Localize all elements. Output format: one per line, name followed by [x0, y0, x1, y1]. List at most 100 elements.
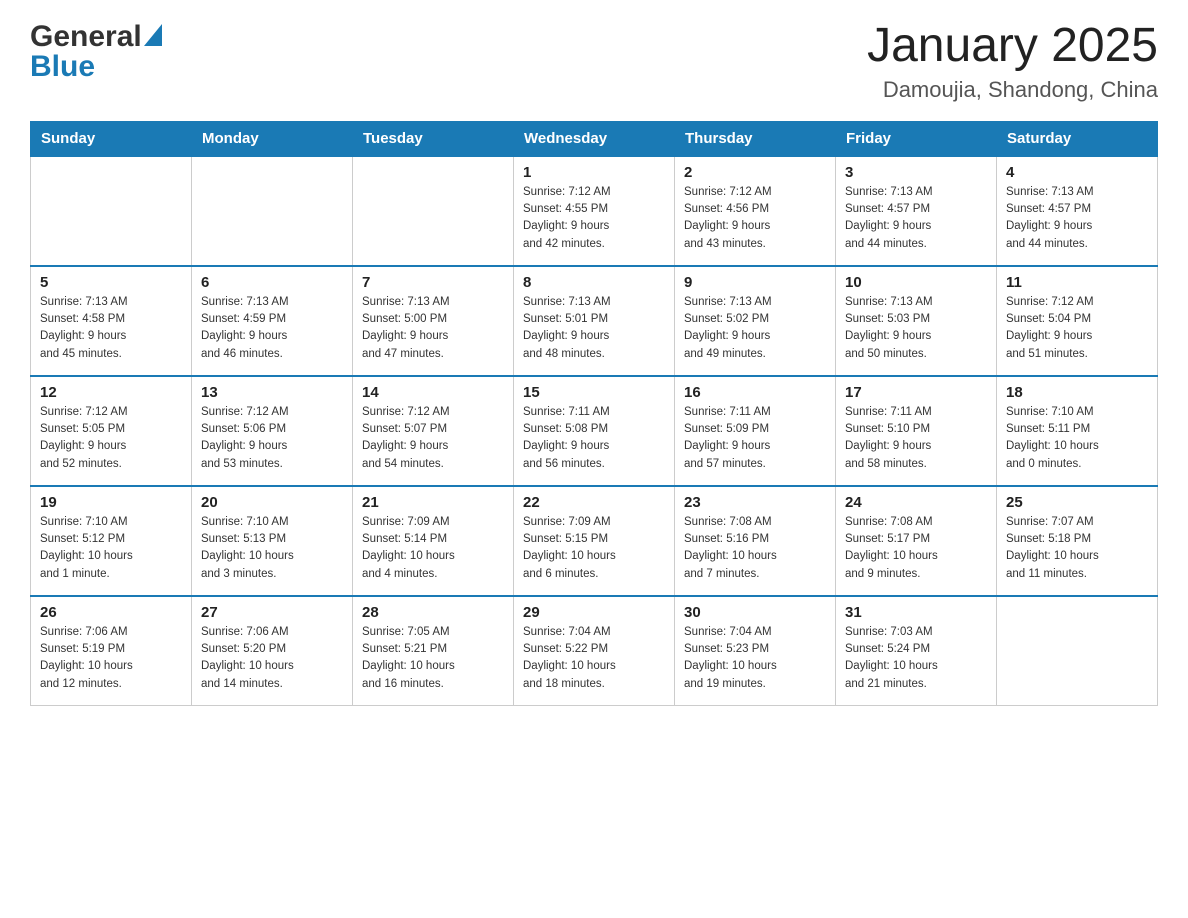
calendar-cell: 21 Sunrise: 7:09 AM Sunset: 5:14 PM Dayli… [353, 486, 514, 596]
day-info: Sunrise: 7:13 AM Sunset: 5:03 PM Dayligh… [845, 294, 987, 363]
day-info: Sunrise: 7:09 AM Sunset: 5:15 PM Dayligh… [523, 514, 665, 583]
day-number: 2 [684, 164, 826, 181]
calendar-cell: 14Sunrise: 7:12 AM Sunset: 5:07 PM Dayli… [353, 376, 514, 486]
day-info: Sunrise: 7:11 AM Sunset: 5:08 PM Dayligh… [523, 404, 665, 473]
day-number: 7 [362, 274, 504, 291]
column-header-sunday: Sunday [31, 121, 192, 156]
day-info: Sunrise: 7:13 AM Sunset: 4:58 PM Dayligh… [40, 294, 182, 363]
day-number: 8 [523, 274, 665, 291]
day-number: 5 [40, 274, 182, 291]
page-header: General Blue January 2025 Damoujia, Shan… [30, 20, 1158, 103]
calendar-cell: 13Sunrise: 7:12 AM Sunset: 5:06 PM Dayli… [192, 376, 353, 486]
day-info: Sunrise: 7:13 AM Sunset: 5:02 PM Dayligh… [684, 294, 826, 363]
day-number: 22 [523, 494, 665, 511]
day-number: 12 [40, 384, 182, 401]
calendar-cell: 10 Sunrise: 7:13 AM Sunset: 5:03 PM Dayli… [836, 266, 997, 376]
logo: General Blue [30, 20, 162, 84]
calendar-week-3: 12 Sunrise: 7:12 AM Sunset: 5:05 PM Dayli… [31, 376, 1158, 486]
day-number: 31 [845, 604, 987, 621]
day-info: Sunrise: 7:11 AM Sunset: 5:10 PM Dayligh… [845, 404, 987, 473]
calendar-cell [353, 156, 514, 266]
calendar-cell: 16 Sunrise: 7:11 AM Sunset: 5:09 PM Dayli… [675, 376, 836, 486]
day-info: Sunrise: 7:13 AM Sunset: 5:00 PM Dayligh… [362, 294, 504, 363]
calendar-cell: 24Sunrise: 7:08 AM Sunset: 5:17 PM Dayli… [836, 486, 997, 596]
calendar-cell: 4 Sunrise: 7:13 AM Sunset: 4:57 PM Daylig… [997, 156, 1158, 266]
day-number: 26 [40, 604, 182, 621]
calendar-cell: 30 Sunrise: 7:04 AM Sunset: 5:23 PM Dayli… [675, 596, 836, 706]
calendar-cell: 2 Sunrise: 7:12 AM Sunset: 4:56 PM Daylig… [675, 156, 836, 266]
day-number: 10 [845, 274, 987, 291]
day-info: Sunrise: 7:12 AM Sunset: 4:55 PM Dayligh… [523, 184, 665, 253]
day-number: 6 [201, 274, 343, 291]
calendar-cell: 20 Sunrise: 7:10 AM Sunset: 5:13 PM Dayli… [192, 486, 353, 596]
calendar-table: SundayMondayTuesdayWednesdayThursdayFrid… [30, 121, 1158, 707]
day-info: Sunrise: 7:10 AM Sunset: 5:11 PM Dayligh… [1006, 404, 1148, 473]
day-info: Sunrise: 7:13 AM Sunset: 4:59 PM Dayligh… [201, 294, 343, 363]
calendar-cell: 18 Sunrise: 7:10 AM Sunset: 5:11 PM Dayli… [997, 376, 1158, 486]
calendar-cell [192, 156, 353, 266]
calendar-cell: 17 Sunrise: 7:11 AM Sunset: 5:10 PM Dayli… [836, 376, 997, 486]
day-number: 30 [684, 604, 826, 621]
calendar-cell: 23 Sunrise: 7:08 AM Sunset: 5:16 PM Dayli… [675, 486, 836, 596]
logo-general: General [30, 20, 142, 54]
day-info: Sunrise: 7:13 AM Sunset: 5:01 PM Dayligh… [523, 294, 665, 363]
day-info: Sunrise: 7:03 AM Sunset: 5:24 PM Dayligh… [845, 624, 987, 693]
day-info: Sunrise: 7:06 AM Sunset: 5:19 PM Dayligh… [40, 624, 182, 693]
day-number: 27 [201, 604, 343, 621]
calendar-cell: 31 Sunrise: 7:03 AM Sunset: 5:24 PM Dayli… [836, 596, 997, 706]
column-header-wednesday: Wednesday [514, 121, 675, 156]
day-number: 3 [845, 164, 987, 181]
calendar-cell: 26 Sunrise: 7:06 AM Sunset: 5:19 PM Dayli… [31, 596, 192, 706]
calendar-cell [997, 596, 1158, 706]
day-number: 9 [684, 274, 826, 291]
day-number: 20 [201, 494, 343, 511]
day-info: Sunrise: 7:13 AM Sunset: 4:57 PM Dayligh… [845, 184, 987, 253]
title-section: January 2025 Damoujia, Shandong, China [867, 20, 1158, 103]
day-info: Sunrise: 7:10 AM Sunset: 5:13 PM Dayligh… [201, 514, 343, 583]
day-info: Sunrise: 7:04 AM Sunset: 5:22 PM Dayligh… [523, 624, 665, 693]
column-header-monday: Monday [192, 121, 353, 156]
day-number: 18 [1006, 384, 1148, 401]
day-number: 4 [1006, 164, 1148, 181]
day-info: Sunrise: 7:12 AM Sunset: 5:06 PM Dayligh… [201, 404, 343, 473]
calendar-week-1: 1Sunrise: 7:12 AM Sunset: 4:55 PM Daylig… [31, 156, 1158, 266]
calendar-cell: 28Sunrise: 7:05 AM Sunset: 5:21 PM Dayli… [353, 596, 514, 706]
month-title: January 2025 [867, 20, 1158, 73]
day-number: 25 [1006, 494, 1148, 511]
day-number: 23 [684, 494, 826, 511]
calendar-cell: 27 Sunrise: 7:06 AM Sunset: 5:20 PM Dayli… [192, 596, 353, 706]
calendar-cell: 9 Sunrise: 7:13 AM Sunset: 5:02 PM Daylig… [675, 266, 836, 376]
day-info: Sunrise: 7:06 AM Sunset: 5:20 PM Dayligh… [201, 624, 343, 693]
column-header-thursday: Thursday [675, 121, 836, 156]
day-info: Sunrise: 7:12 AM Sunset: 5:07 PM Dayligh… [362, 404, 504, 473]
day-number: 29 [523, 604, 665, 621]
calendar-week-4: 19Sunrise: 7:10 AM Sunset: 5:12 PM Dayli… [31, 486, 1158, 596]
day-info: Sunrise: 7:09 AM Sunset: 5:14 PM Dayligh… [362, 514, 504, 583]
column-header-tuesday: Tuesday [353, 121, 514, 156]
day-number: 21 [362, 494, 504, 511]
day-info: Sunrise: 7:11 AM Sunset: 5:09 PM Dayligh… [684, 404, 826, 473]
day-info: Sunrise: 7:08 AM Sunset: 5:17 PM Dayligh… [845, 514, 987, 583]
day-info: Sunrise: 7:12 AM Sunset: 5:05 PM Dayligh… [40, 404, 182, 473]
day-info: Sunrise: 7:10 AM Sunset: 5:12 PM Dayligh… [40, 514, 182, 583]
day-info: Sunrise: 7:12 AM Sunset: 5:04 PM Dayligh… [1006, 294, 1148, 363]
calendar-week-5: 26 Sunrise: 7:06 AM Sunset: 5:19 PM Dayli… [31, 596, 1158, 706]
logo-triangle-icon [144, 24, 162, 46]
calendar-cell: 29 Sunrise: 7:04 AM Sunset: 5:22 PM Dayli… [514, 596, 675, 706]
calendar-cell: 25Sunrise: 7:07 AM Sunset: 5:18 PM Dayli… [997, 486, 1158, 596]
day-info: Sunrise: 7:08 AM Sunset: 5:16 PM Dayligh… [684, 514, 826, 583]
day-number: 28 [362, 604, 504, 621]
calendar-cell: 6 Sunrise: 7:13 AM Sunset: 4:59 PM Daylig… [192, 266, 353, 376]
day-info: Sunrise: 7:13 AM Sunset: 4:57 PM Dayligh… [1006, 184, 1148, 253]
day-number: 17 [845, 384, 987, 401]
calendar-cell: 22 Sunrise: 7:09 AM Sunset: 5:15 PM Dayli… [514, 486, 675, 596]
calendar-week-2: 5 Sunrise: 7:13 AM Sunset: 4:58 PM Daylig… [31, 266, 1158, 376]
day-info: Sunrise: 7:12 AM Sunset: 4:56 PM Dayligh… [684, 184, 826, 253]
day-info: Sunrise: 7:04 AM Sunset: 5:23 PM Dayligh… [684, 624, 826, 693]
logo-blue: Blue [30, 50, 95, 84]
calendar-cell: 3 Sunrise: 7:13 AM Sunset: 4:57 PM Daylig… [836, 156, 997, 266]
calendar-cell: 12 Sunrise: 7:12 AM Sunset: 5:05 PM Dayli… [31, 376, 192, 486]
calendar-cell: 11 Sunrise: 7:12 AM Sunset: 5:04 PM Dayli… [997, 266, 1158, 376]
day-number: 16 [684, 384, 826, 401]
day-number: 11 [1006, 274, 1148, 291]
